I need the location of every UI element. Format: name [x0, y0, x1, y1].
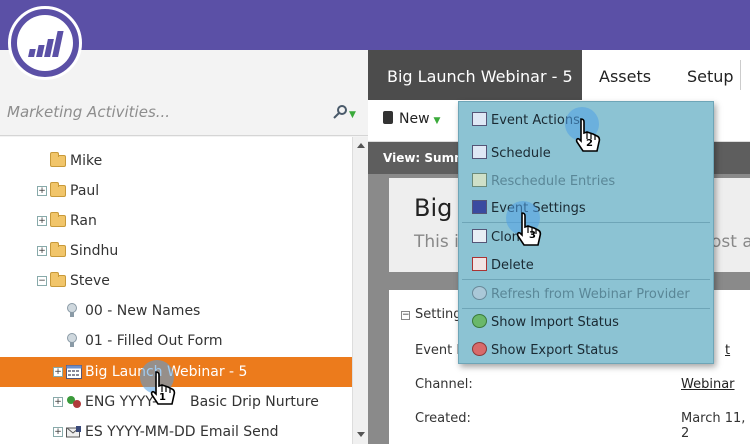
- refresh-icon: [472, 286, 487, 300]
- event-partner-label: Event F: [415, 343, 464, 358]
- tree-item-label: Sindhu: [70, 243, 119, 259]
- clone-icon: [472, 229, 487, 243]
- created-label: Created:: [415, 411, 471, 426]
- tree-item-label: Steve: [70, 273, 110, 289]
- menu-item-show-import-status[interactable]: Show Import Status: [472, 314, 619, 330]
- program-title: Big: [414, 194, 453, 222]
- tree-item-sindhu[interactable]: + Sindhu: [0, 236, 352, 266]
- tab-divider: [740, 60, 741, 90]
- view-label: View: Summ: [383, 151, 467, 165]
- schedule-icon: [472, 145, 487, 159]
- delete-icon: [472, 257, 487, 271]
- new-button[interactable]: New ▼: [383, 111, 440, 127]
- tab-assets[interactable]: Assets: [599, 67, 651, 86]
- menu-item-label: Schedule: [491, 146, 551, 161]
- menu-item-reschedule-entries: Reschedule Entries: [472, 173, 615, 189]
- calendar-icon: [66, 365, 82, 379]
- program-description: This i: [414, 232, 459, 252]
- collapse-icon: −: [401, 310, 410, 320]
- event-actions-button[interactable]: Event Actions: [472, 112, 580, 128]
- program-description-end: ost al: [711, 232, 750, 252]
- tree-item-label-end: Basic Drip Nurture: [190, 394, 319, 410]
- search-filter-tool[interactable]: ▼: [333, 105, 356, 121]
- tree-item-email-send[interactable]: + ES YYYY-MM-DD Email Send: [0, 417, 352, 444]
- calendar-icon: [472, 112, 487, 126]
- expand-icon[interactable]: +: [53, 367, 63, 377]
- tree-scrollbar[interactable]: [352, 137, 368, 444]
- settings-section-header[interactable]: − Setting: [401, 307, 462, 322]
- tab-setup[interactable]: Setup: [687, 67, 734, 86]
- marketo-logo[interactable]: [8, 6, 82, 80]
- tree-item-label: 00 - New Names: [85, 303, 201, 319]
- lightbulb-icon: [67, 303, 77, 317]
- tree-item-smart-list[interactable]: 00 - New Names: [0, 296, 352, 326]
- step-3-badge: 3: [529, 230, 536, 241]
- tree-item-paul[interactable]: + Paul: [0, 176, 352, 206]
- folder-icon: [50, 182, 66, 197]
- search-input[interactable]: Marketing Activities...: [7, 103, 170, 121]
- menu-divider: [462, 308, 710, 309]
- chevron-down-icon: ▼: [349, 110, 356, 120]
- collapse-icon[interactable]: −: [37, 276, 47, 286]
- reschedule-icon: [472, 173, 487, 187]
- tree-item-label: 01 - Filled Out Form: [85, 333, 223, 349]
- new-icon: [383, 111, 393, 124]
- top-bar: [0, 0, 750, 50]
- channel-label: Channel:: [415, 377, 473, 392]
- tree-item-smart-list[interactable]: 01 - Filled Out Form: [0, 326, 352, 356]
- menu-item-delete[interactable]: Delete: [472, 257, 534, 273]
- menu-item-label: Refresh from Webinar Provider: [491, 287, 690, 302]
- tree-item-label: Mike: [70, 153, 103, 169]
- tree-item-ran[interactable]: + Ran: [0, 206, 352, 236]
- expand-icon[interactable]: +: [37, 246, 47, 256]
- tree-item-steve[interactable]: − Steve: [0, 266, 352, 296]
- nurture-program-icon: [67, 396, 81, 408]
- tree-item-label: Ran: [70, 213, 97, 229]
- menu-item-label: Delete: [491, 258, 534, 273]
- expand-icon[interactable]: +: [53, 397, 63, 407]
- expand-icon[interactable]: +: [37, 186, 47, 196]
- expand-icon[interactable]: +: [53, 427, 63, 437]
- menu-item-show-export-status[interactable]: Show Export Status: [472, 342, 618, 358]
- lightbulb-icon: [67, 333, 77, 347]
- event-partner-value[interactable]: t: [725, 343, 730, 358]
- tree-item-label: ENG YYYY-: [85, 394, 158, 410]
- channel-value[interactable]: Webinar: [681, 377, 735, 392]
- hand-cursor-icon: [150, 371, 176, 405]
- menu-divider: [462, 222, 710, 223]
- open-folder-icon: [50, 272, 66, 287]
- scroll-down-icon[interactable]: [357, 432, 365, 437]
- new-label: New: [399, 111, 430, 127]
- settings-window-icon: [472, 200, 487, 214]
- tab-big-launch-webinar[interactable]: Big Launch Webinar - 5: [368, 50, 582, 100]
- folder-icon: [50, 242, 66, 257]
- step-1-badge: 1: [159, 392, 166, 403]
- menu-item-schedule[interactable]: Schedule: [472, 145, 551, 161]
- export-status-icon: [472, 342, 487, 356]
- chevron-down-icon: ▼: [433, 116, 441, 126]
- tree-item-label: Paul: [70, 183, 100, 199]
- folder-icon: [50, 152, 66, 167]
- menu-divider: [462, 279, 710, 280]
- expand-icon[interactable]: +: [37, 216, 47, 226]
- step-2-badge: 2: [586, 138, 593, 149]
- folder-icon: [50, 212, 66, 227]
- menu-item-refresh-webinar: Refresh from Webinar Provider: [472, 286, 690, 302]
- tree-item-mike[interactable]: Mike: [0, 146, 352, 176]
- tree-item-label: ES YYYY-MM-DD Email Send: [85, 424, 279, 440]
- filter-pin-icon: [333, 105, 347, 119]
- email-program-icon: [66, 426, 81, 438]
- menu-item-label: Show Import Status: [491, 315, 619, 330]
- created-value: March 11, 2: [681, 411, 746, 441]
- scroll-up-icon[interactable]: [357, 143, 365, 148]
- import-status-icon: [472, 314, 487, 328]
- settings-section-label: Setting: [415, 307, 462, 322]
- logo-mark-icon: [17, 15, 73, 71]
- menu-item-label: Show Export Status: [491, 343, 619, 358]
- hand-cursor-icon: [575, 118, 601, 152]
- tab-label: Big Launch Webinar - 5: [387, 67, 573, 86]
- menu-item-label: Reschedule Entries: [491, 174, 616, 189]
